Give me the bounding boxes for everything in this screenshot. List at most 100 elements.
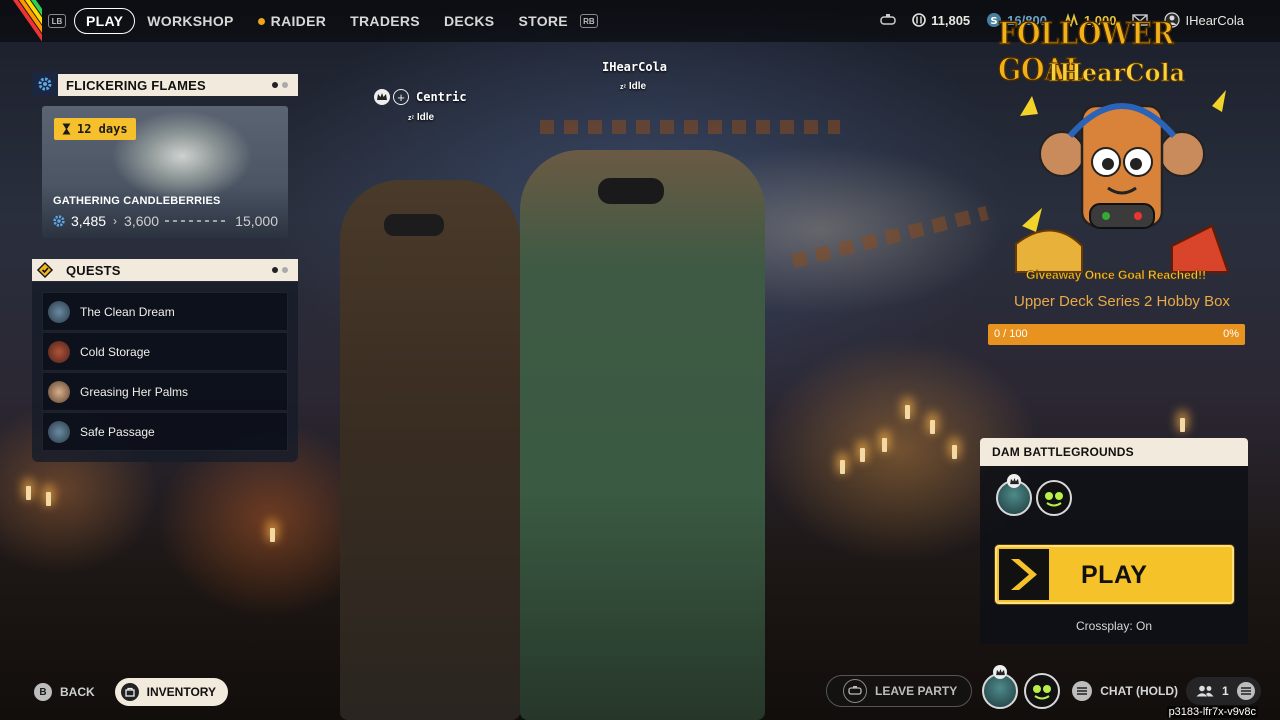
controller-icon[interactable] (880, 13, 896, 27)
nav-tab-decks[interactable]: DECKS (432, 13, 507, 29)
leave-party-button[interactable]: LEAVE PARTY (826, 675, 973, 707)
candle (840, 460, 845, 474)
bottom-right-actions: LEAVE PARTY CHAT (HOLD) 1 (826, 665, 1261, 709)
coins-stat: 11,805 (912, 13, 970, 28)
party-count: 1 (1222, 684, 1229, 698)
main-nav: LB PLAY WORKSHOP RAIDER TRADERS DECKS ST… (48, 8, 598, 34)
goggles (598, 178, 664, 204)
sleep-icon: zᶻ (408, 115, 415, 122)
b-key-icon: B (34, 683, 52, 701)
event-title: FLICKERING FLAMES (66, 77, 206, 93)
party-member-avatar[interactable] (1036, 480, 1072, 516)
event-progress: 3,485 › 3,600 15,000 (52, 213, 278, 229)
candle (860, 448, 865, 462)
crown-icon (993, 665, 1008, 679)
leave-party-label: LEAVE PARTY (875, 684, 958, 698)
nav-tab-label: STORE (518, 13, 568, 29)
crown-icon (1007, 474, 1021, 488)
coins-value: 11,805 (931, 12, 971, 28)
coin-icon (912, 13, 926, 27)
follower-goal-progress-pct: 0% (1223, 328, 1239, 340)
quest-item[interactable]: Safe Passage (42, 412, 288, 451)
notification-dot-icon (257, 17, 265, 25)
quest-label: Safe Passage (80, 424, 155, 439)
chat-label: CHAT (HOLD) (1100, 684, 1178, 698)
nav-tab-label: PLAY (86, 13, 124, 29)
menu-lines-icon (1072, 681, 1093, 701)
follower-goal-mascot-art (1015, 90, 1230, 273)
nav-tab-play[interactable]: PLAY (74, 8, 136, 34)
lb-key-hint: LB (48, 14, 66, 28)
quests-panel-header[interactable]: QUESTS (32, 259, 298, 281)
hourglass-icon (62, 123, 71, 135)
leave-party-icon (843, 679, 867, 703)
party-slot-avatar[interactable] (982, 665, 1019, 709)
play-arrow-icon (999, 549, 1049, 600)
nav-tab-workshop[interactable]: WORKSHOP (135, 13, 245, 29)
event-progress-max: 15,000 (235, 213, 278, 229)
party-slot-avatar[interactable] (1024, 673, 1061, 709)
quests-title: QUESTS (66, 262, 121, 278)
bunting (540, 120, 840, 134)
quest-item[interactable]: Cold Storage (42, 332, 288, 371)
play-button[interactable]: PLAY (995, 545, 1234, 604)
quest-giver-icon (48, 420, 70, 443)
page-dots (272, 267, 288, 273)
player-name-right: IHearCola (602, 60, 668, 74)
event-progress-track (165, 220, 230, 222)
player-tag-left-icons: + (374, 89, 409, 105)
back-button[interactable]: B BACK (34, 683, 95, 701)
stripe-logo (0, 0, 42, 42)
event-progress-current: 3,485 (71, 213, 107, 229)
candle (882, 438, 887, 452)
page-dots (272, 82, 288, 88)
quest-giver-icon (48, 300, 70, 323)
add-friend-icon[interactable]: + (393, 89, 409, 105)
raider-left-character (340, 180, 520, 720)
quest-label: Greasing Her Palms (80, 384, 189, 399)
follower-goal-progress-bar: 0 / 100 0% (988, 324, 1245, 345)
follower-goal-progress-text: 0 / 100 (994, 328, 1028, 340)
candle (930, 420, 935, 434)
event-name: GATHERING CANDLEBERRIES (53, 195, 221, 207)
chevron-right-icon: › (113, 214, 118, 228)
candle (1180, 418, 1185, 432)
gear-icon (32, 72, 58, 96)
quest-giver-icon (48, 340, 70, 363)
crossplay-status: Crossplay: On (1075, 619, 1153, 633)
nav-tab-label: TRADERS (350, 13, 420, 29)
nav-tab-raider[interactable]: RAIDER (246, 13, 338, 29)
quest-giver-icon (48, 380, 70, 403)
play-button-label: PLAY (1081, 561, 1148, 589)
party-count-button[interactable]: 1 (1186, 677, 1261, 705)
match-panel: DAM BATTLEGROUNDS PLAY Crossplay: On (980, 438, 1248, 644)
quest-item[interactable]: Greasing Her Palms (42, 372, 288, 411)
map-selector[interactable]: DAM BATTLEGROUNDS (980, 438, 1248, 466)
rb-key-hint: RB (579, 14, 598, 28)
nav-tab-label: WORKSHOP (147, 13, 234, 29)
raider-right-character (520, 150, 765, 720)
quest-item[interactable]: The Clean Dream (42, 292, 288, 331)
crown-icon (374, 89, 390, 105)
giveaway-text: Giveaway Once Goal Reached!! (1026, 268, 1207, 282)
giveaway-prize: Upper Deck Series 2 Hobby Box (1014, 293, 1230, 310)
quest-list: The Clean Dream Cold Storage Greasing He… (32, 282, 298, 462)
player-status-left: zᶻ Idle (408, 112, 435, 123)
event-timer: 12 days (54, 118, 136, 140)
nav-tab-label: RAIDER (270, 13, 327, 29)
event-card[interactable]: 12 days GATHERING CANDLEBERRIES 3,485 › … (42, 106, 288, 238)
nav-tab-store[interactable]: STORE (506, 13, 579, 29)
candle (270, 528, 275, 542)
event-progress-next: 3,600 (124, 213, 160, 229)
inventory-label: INVENTORY (146, 685, 217, 699)
event-panel-header[interactable]: FLICKERING FLAMES (32, 72, 298, 96)
nav-tab-traders[interactable]: TRADERS (338, 13, 432, 29)
gear-icon (53, 215, 65, 227)
candle (952, 445, 957, 459)
goggles (384, 214, 444, 236)
candle (905, 405, 910, 419)
sleep-icon: zᶻ (620, 84, 627, 91)
inventory-button[interactable]: INVENTORY (114, 678, 229, 706)
svg-text:S: S (991, 16, 998, 27)
chat-button[interactable]: CHAT (HOLD) (1072, 681, 1178, 701)
